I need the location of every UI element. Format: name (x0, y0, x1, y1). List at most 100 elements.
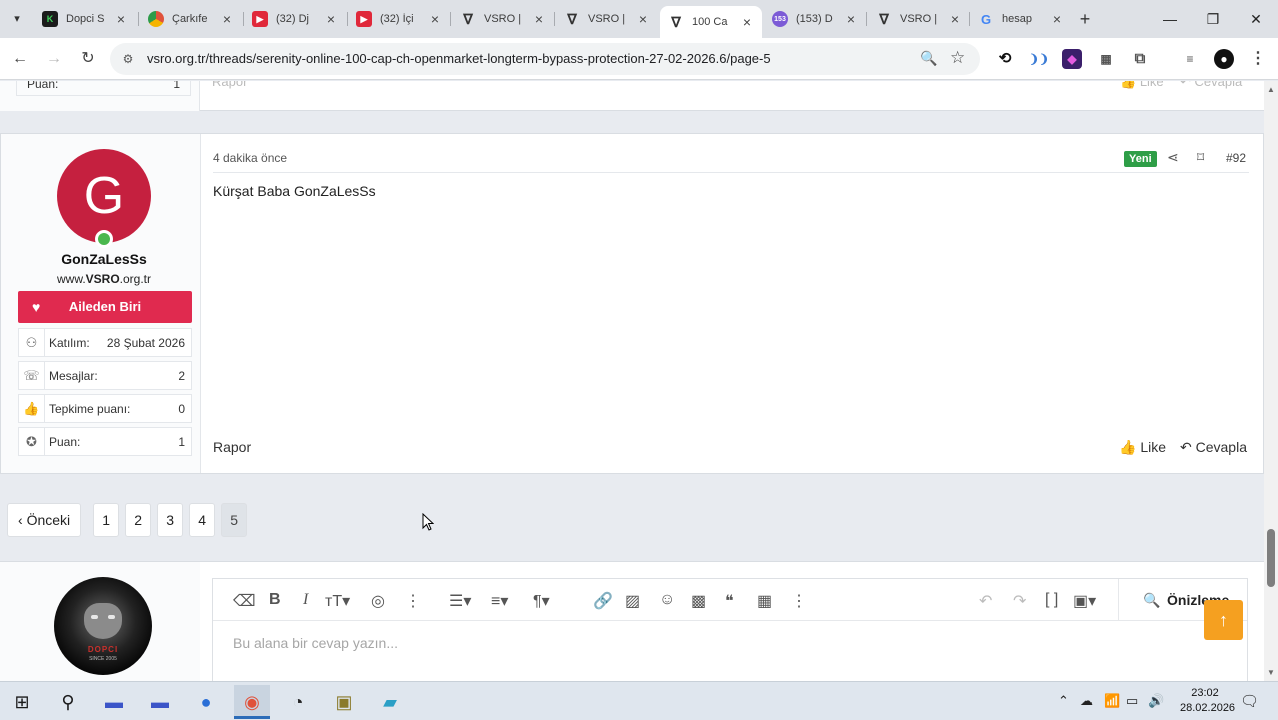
tab-7[interactable]: 153 (153) D × (764, 6, 866, 32)
sync-extension-icon[interactable]: ⟲ (995, 49, 1015, 69)
scrollbar-thumb[interactable] (1267, 529, 1275, 587)
more-format-icon[interactable]: ⋮ (405, 591, 421, 611)
palette-icon[interactable]: ◎ (371, 591, 385, 611)
tab-close-icon[interactable]: × (114, 11, 128, 27)
tab-close-icon[interactable]: × (844, 11, 858, 27)
tab-close-icon[interactable]: × (428, 11, 442, 27)
tab-5[interactable]: ∇ VSRO | × (556, 6, 658, 32)
tab-close-icon[interactable]: × (636, 11, 650, 27)
text-size-icon[interactable]: тT▾ (325, 591, 350, 611)
list-icon[interactable]: ☰▾ (449, 591, 471, 611)
report-link[interactable]: Rapor (213, 439, 251, 455)
windows-start-icon[interactable]: ⊞ (4, 685, 40, 719)
prev-like-button[interactable]: 👍 Like (1120, 81, 1164, 90)
power-icon[interactable]: ▭ (1126, 693, 1138, 709)
media-icon[interactable]: ▩ (691, 591, 706, 611)
audio-extension-icon[interactable]: ❩❩ (1029, 49, 1049, 69)
table-icon[interactable]: ▦ (757, 591, 772, 611)
page-link-5-current[interactable]: 5 (221, 503, 248, 537)
profile-avatar-icon[interactable]: ● (1214, 49, 1234, 69)
quote-icon[interactable]: ❝ (725, 591, 734, 611)
tab-6-active[interactable]: ∇ 100 Ca × (660, 6, 762, 38)
purple-extension-icon[interactable]: ◆ (1062, 49, 1082, 69)
app-blue-orb-icon[interactable]: ● (188, 685, 224, 719)
post-number[interactable]: #92 (1226, 151, 1246, 165)
emoji-icon[interactable]: ☺ (659, 591, 675, 609)
redo-icon[interactable]: ↷ (1013, 591, 1026, 611)
chrome-taskbar-icon[interactable]: ◉ (234, 685, 270, 719)
page-link-2[interactable]: 2 (125, 503, 152, 537)
tab-close-icon[interactable]: × (532, 11, 546, 27)
forward-arrow-icon[interactable]: → (42, 47, 66, 71)
scroll-up-icon[interactable]: ▲ (1267, 85, 1275, 94)
share-icon[interactable]: ⋖ (1167, 149, 1179, 166)
drafts-icon[interactable]: ▣▾ (1073, 591, 1096, 611)
notifications-icon[interactable]: 🗨 (1240, 692, 1259, 710)
minimize-icon[interactable]: — (1155, 8, 1185, 30)
link-icon[interactable]: 🔗 (593, 591, 613, 611)
app-game-icon[interactable]: ▣ (326, 685, 362, 719)
avatar[interactable]: G (57, 149, 151, 243)
tab-2[interactable]: ▶ (32) Dj × (244, 6, 346, 32)
zoom-icon[interactable]: 🔍 (920, 50, 937, 67)
network-icon[interactable]: 📶 (1104, 693, 1120, 709)
bold-icon[interactable]: B (269, 591, 281, 609)
page-link-4[interactable]: 4 (189, 503, 216, 537)
tab-9[interactable]: G hesap × (970, 6, 1072, 32)
restore-icon[interactable]: ❐ (1198, 8, 1228, 30)
like-button[interactable]: 👍 Like (1119, 439, 1166, 456)
tab-close-icon[interactable]: × (1050, 11, 1064, 27)
close-window-icon[interactable]: ✕ (1241, 8, 1271, 30)
tab-search-menu-icon[interactable]: ▾ (6, 9, 28, 29)
new-tab-plus-icon[interactable]: + (1074, 8, 1096, 30)
reply-button[interactable]: ↶ Cevapla (1180, 439, 1247, 456)
tab-close-icon[interactable]: × (948, 11, 962, 27)
app-silkroad-1-icon[interactable]: ▬ (96, 685, 132, 719)
search-icon[interactable]: ⚲ (50, 685, 86, 719)
image-icon[interactable]: ▨ (625, 591, 640, 611)
italic-icon[interactable]: I (303, 591, 308, 609)
scroll-to-top-button[interactable]: ↑ (1204, 600, 1243, 640)
username[interactable]: GonZaLesSs (1, 251, 207, 267)
tab-close-icon[interactable]: × (324, 11, 338, 27)
qr-extension-icon[interactable]: ▦ (1096, 49, 1116, 69)
tab-close-icon[interactable]: × (220, 11, 234, 27)
prev-report-link[interactable]: Rapor (212, 81, 247, 89)
extensions-puzzle-icon[interactable]: ⧉ (1130, 49, 1150, 69)
align-icon[interactable]: ≡▾ (491, 591, 508, 611)
page-link-1[interactable]: 1 (93, 503, 120, 537)
post-date[interactable]: 4 dakika önce (213, 151, 287, 165)
app-notepad-icon[interactable]: ▰ (372, 685, 408, 719)
prev-page-button[interactable]: ‹ Önceki (7, 503, 82, 537)
url-text[interactable]: vsro.org.tr/threads/serenity-online-100-… (147, 51, 771, 66)
more-insert-icon[interactable]: ⋮ (791, 591, 807, 611)
back-arrow-icon[interactable]: ← (8, 47, 32, 71)
tab-4[interactable]: ∇ VSRO | × (452, 6, 554, 32)
tray-app-icon[interactable]: ☁ (1080, 693, 1093, 709)
app-obs-icon[interactable]: ◔ (280, 685, 316, 719)
app-silkroad-2-icon[interactable]: ▬ (142, 685, 178, 719)
system-clock[interactable]: 23:02 28.02.2026 (1180, 686, 1235, 716)
undo-icon[interactable]: ↶ (979, 591, 992, 611)
scroll-down-icon[interactable]: ▼ (1267, 668, 1275, 677)
page-scrollbar[interactable]: ▲ ▼ (1264, 81, 1278, 681)
bookmark-star-icon[interactable]: ☆ (950, 48, 965, 68)
reply-input[interactable]: Bu alana bir cevap yazın... (233, 635, 398, 651)
prev-reply-button[interactable]: ↶ Cevapla (1180, 81, 1242, 90)
address-bar[interactable]: ⚙ vsro.org.tr/threads/serenity-online-10… (110, 43, 980, 75)
dopci-avatar[interactable]: DOPCI SINCE 2005 (54, 577, 152, 675)
paragraph-icon[interactable]: ¶▾ (533, 591, 550, 611)
tab-0[interactable]: K Dopci S × (34, 6, 136, 32)
tab-3[interactable]: ▶ (32) İçi × (348, 6, 450, 32)
tab-1[interactable]: Çarkıfe × (140, 6, 242, 32)
volume-icon[interactable]: 🔊 (1148, 693, 1164, 709)
bookmark-icon[interactable]: ⌑ (1197, 149, 1204, 166)
page-link-3[interactable]: 3 (157, 503, 184, 537)
tray-chevron-icon[interactable]: ⌃ (1058, 693, 1069, 709)
media-control-icon[interactable]: ≡ (1180, 49, 1200, 69)
site-settings-icon[interactable]: ⚙ (120, 51, 136, 67)
tab-close-icon[interactable]: × (740, 14, 754, 30)
bbcode-toggle-icon[interactable]: [ ] (1045, 591, 1058, 609)
tab-8[interactable]: ∇ VSRO | × (868, 6, 970, 32)
more-menu-icon[interactable]: ⋮ (1248, 49, 1268, 69)
